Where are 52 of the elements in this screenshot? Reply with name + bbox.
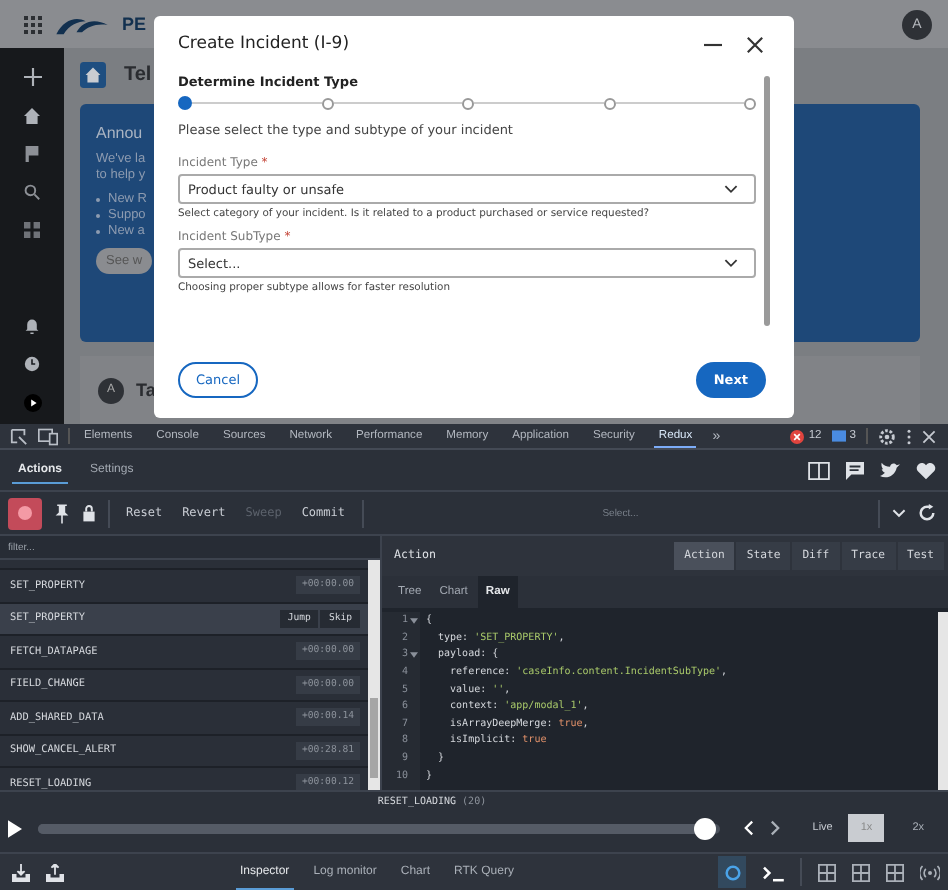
error-icon (790, 429, 805, 443)
scrollbar[interactable] (938, 612, 948, 790)
device-icon[interactable] (38, 427, 58, 445)
lock-icon[interactable] (82, 504, 96, 522)
inspect-icon[interactable] (10, 427, 28, 445)
play-icon[interactable] (23, 394, 41, 412)
flag-icon[interactable] (24, 146, 40, 162)
close-icon[interactable] (746, 35, 764, 53)
chevron-down-icon (724, 258, 738, 268)
page-title: Tel (124, 64, 152, 87)
announcement-title: Annou (96, 124, 143, 143)
pin-icon[interactable] (54, 503, 70, 523)
record-button[interactable] (8, 497, 42, 529)
search-icon[interactable] (24, 184, 40, 200)
grid-icon[interactable] (24, 222, 40, 238)
apps-grid-icon[interactable] (24, 15, 42, 33)
import-icon[interactable] (12, 863, 30, 881)
fold-arrow-icon[interactable] (410, 617, 418, 624)
logo-icon (54, 13, 110, 35)
chevron-right-icon[interactable] (770, 820, 781, 836)
circle-icon (723, 863, 741, 881)
layout-icon[interactable] (818, 863, 836, 881)
dialog-title: Create Incident (I-9) (178, 34, 352, 54)
export-icon[interactable] (46, 863, 64, 881)
kebab-menu-icon[interactable] (906, 427, 912, 445)
layout-icon[interactable] (886, 863, 904, 881)
chat-icon[interactable] (846, 461, 864, 479)
home-icon[interactable] (24, 108, 40, 124)
bell-icon[interactable] (24, 318, 40, 334)
book-icon[interactable] (808, 461, 830, 479)
slider-thumb[interactable] (694, 817, 717, 839)
heart-icon[interactable] (916, 461, 936, 479)
plus-icon[interactable] (23, 68, 41, 86)
home-icon (80, 62, 106, 89)
message-icon (831, 430, 846, 442)
fold-arrow-icon[interactable] (410, 651, 418, 658)
refresh-icon[interactable] (918, 504, 936, 522)
settings-icon[interactable] (878, 427, 896, 445)
sync-button[interactable] (718, 856, 746, 888)
bird-icon[interactable] (880, 461, 900, 479)
clock-icon[interactable] (24, 356, 40, 372)
logo-text: PE (122, 14, 147, 34)
terminal-icon[interactable] (762, 863, 784, 881)
chevron-left-icon[interactable] (744, 820, 755, 836)
scrollbar[interactable] (368, 560, 380, 790)
chevron-down-icon (724, 184, 738, 194)
layout-icon[interactable] (852, 863, 870, 881)
timeline-slider[interactable] (38, 823, 721, 833)
chevron-down-icon[interactable] (892, 508, 906, 518)
broadcast-icon[interactable] (920, 863, 940, 881)
scrollbar-thumb[interactable] (764, 76, 770, 326)
play-icon[interactable] (8, 819, 22, 837)
